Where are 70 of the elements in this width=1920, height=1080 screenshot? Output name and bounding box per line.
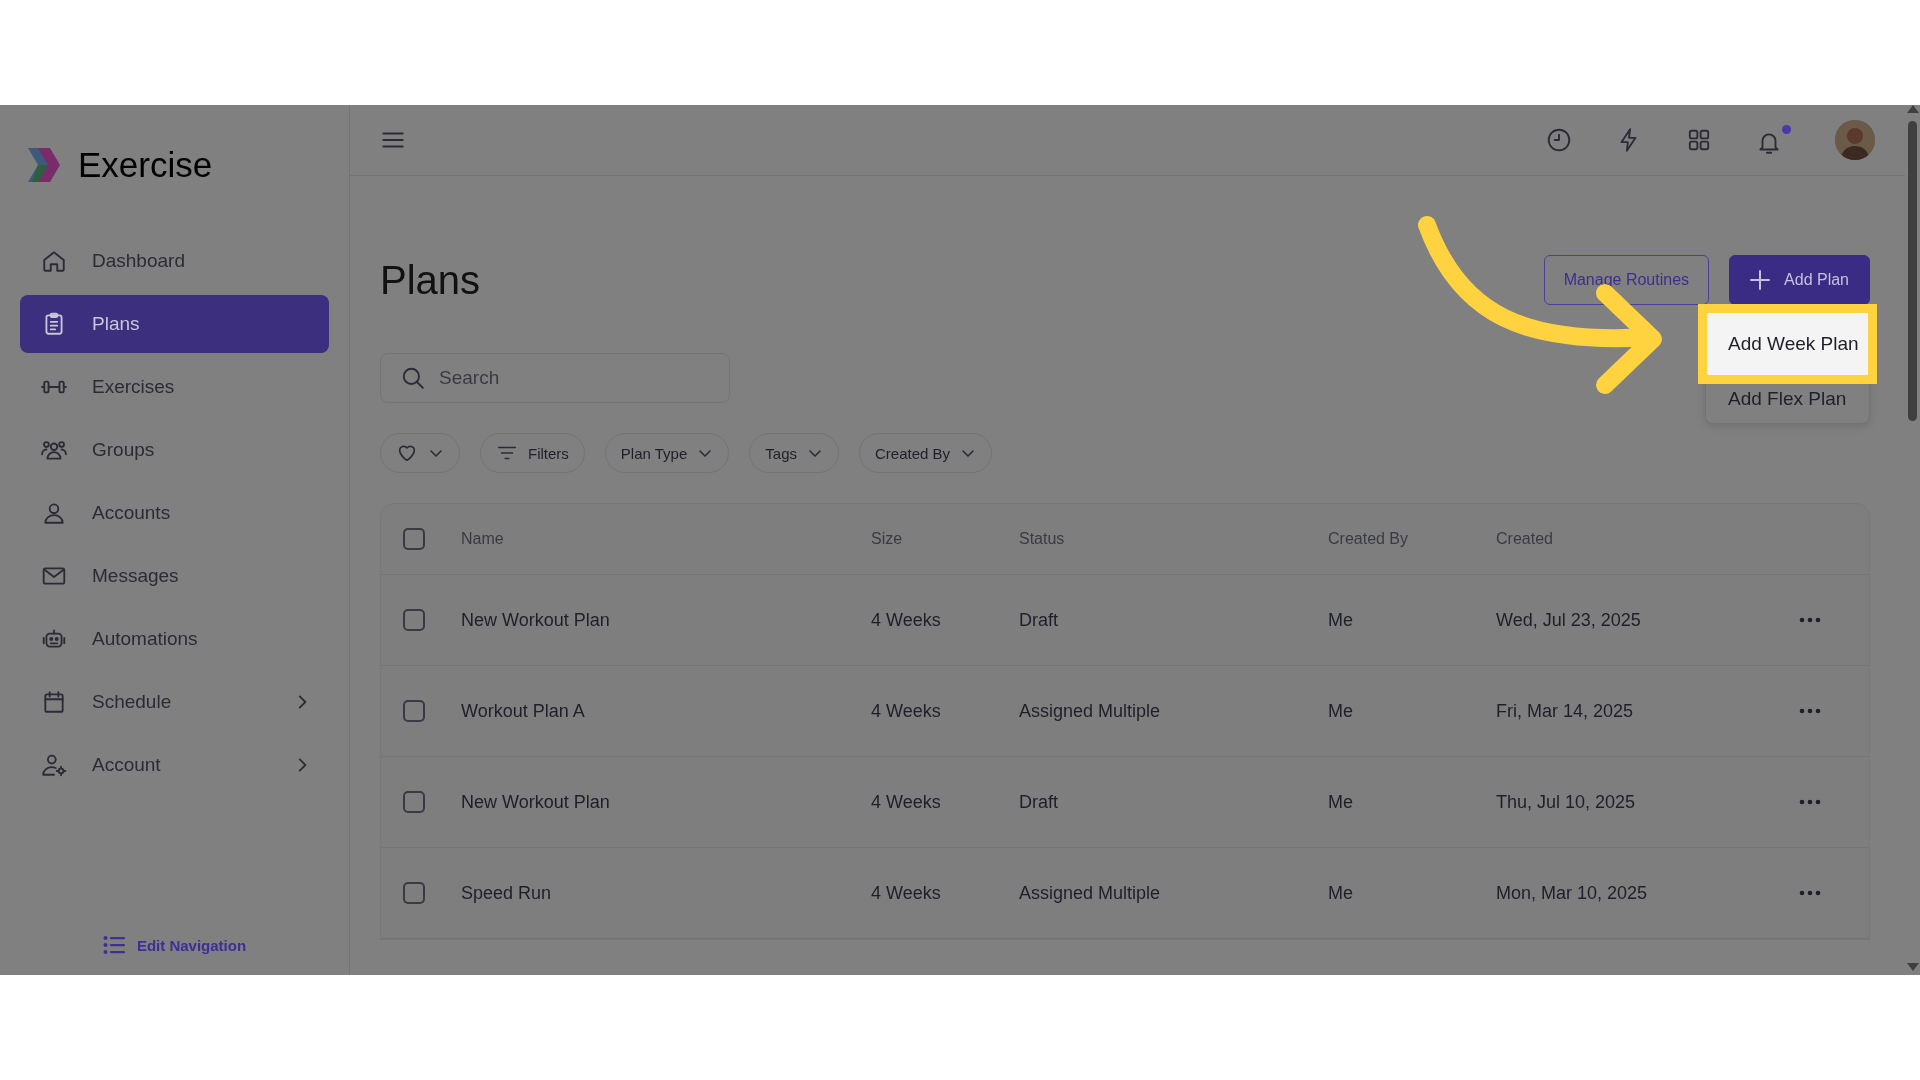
page-title: Plans [380,257,482,303]
person-gear-icon [39,752,69,778]
more-options-button[interactable] [1799,799,1821,805]
app-name: Exercise [78,145,213,185]
row-checkbox[interactable] [403,882,425,904]
notifications-button[interactable] [1756,124,1791,156]
table-cell-text: New Workout Plan [461,791,611,813]
row-checkbox[interactable] [403,609,425,631]
table-cell-text: 4 Weeks [871,882,942,904]
sidebar-item[interactable]: Account [20,736,329,794]
column-header: Name [461,530,505,548]
column-header: Size [871,530,904,548]
table-cell-text: Draft [1019,791,1059,813]
manage-routines-button[interactable]: Manage Routines [1543,255,1710,305]
table-cell-text: Assigned Multiple [1019,700,1162,722]
table-cell-text: 4 Weeks [871,700,942,722]
add-plan-button[interactable]: Add Plan [1729,255,1870,305]
table-cell-text: Me [1328,700,1354,722]
scroll-up-icon[interactable] [1906,105,1919,113]
grid-icon [1686,127,1712,153]
table-cell-text: Assigned Multiple [1019,882,1162,904]
more-options-button[interactable] [1799,617,1821,623]
search-field[interactable]: Search [380,353,730,403]
clock-icon [1546,127,1572,153]
scroll-down-icon[interactable] [1906,963,1919,971]
column-header: Created [1496,530,1554,548]
edit-navigation-link[interactable]: Edit Navigation [102,935,247,955]
row-checkbox[interactable] [403,700,425,722]
sidebar-item[interactable]: Messages [20,547,329,605]
person-icon [41,500,67,526]
sidebar-item[interactable]: Exercises [20,358,329,416]
select-all-checkbox[interactable] [403,528,425,550]
sidebar-item[interactable]: Accounts [20,484,329,542]
table-cell-text: New Workout Plan [461,609,611,631]
menu-item[interactable]: Add Flex Plan [1707,375,1868,423]
sidebar-item[interactable]: Dashboard [20,232,329,290]
table-cell-text: 4 Weeks [871,791,942,813]
apps-button[interactable] [1686,127,1712,153]
table-cell-text: Speed Run [461,882,553,904]
column-header: Created By [1328,530,1410,548]
more-options-button[interactable] [1799,890,1821,896]
table-cell-text: Me [1328,791,1354,813]
search-icon [400,365,426,391]
avatar[interactable] [1835,120,1875,160]
ellipsis-icon [1799,708,1821,714]
table-cell-text: Me [1328,882,1354,904]
ellipsis-icon [1799,799,1821,805]
calendar-icon [41,689,67,715]
scrollbar-thumb[interactable] [1908,121,1917,421]
table-cell-text: Wed, Jul 23, 2025 [1496,609,1642,631]
ellipsis-icon [1799,617,1821,623]
sidebar-item[interactable]: Schedule [20,673,329,731]
sidebar-item[interactable]: Groups [20,421,329,479]
table-cell-text: Mon, Mar 10, 2025 [1496,882,1649,904]
table-cell-text: Fri, Mar 14, 2025 [1496,700,1635,722]
sidebar-item[interactable]: Plans [20,295,329,353]
more-options-button[interactable] [1799,708,1821,714]
table-cell-text: Thu, Jul 10, 2025 [1496,791,1637,813]
table-cell-text: Draft [1019,609,1059,631]
list-icon [102,935,125,955]
history-button[interactable] [1546,127,1572,153]
ellipsis-icon [1799,890,1821,896]
table-cell-text: Workout Plan A [461,700,586,722]
table-cell-text: 4 Weeks [871,609,942,631]
notification-dot [1782,124,1791,134]
table-cell-text: Me [1328,609,1354,631]
column-header: Status [1019,530,1066,548]
row-checkbox[interactable] [403,791,425,813]
plus-icon [1750,270,1771,290]
sidebar-item[interactable]: Automations [20,610,329,668]
